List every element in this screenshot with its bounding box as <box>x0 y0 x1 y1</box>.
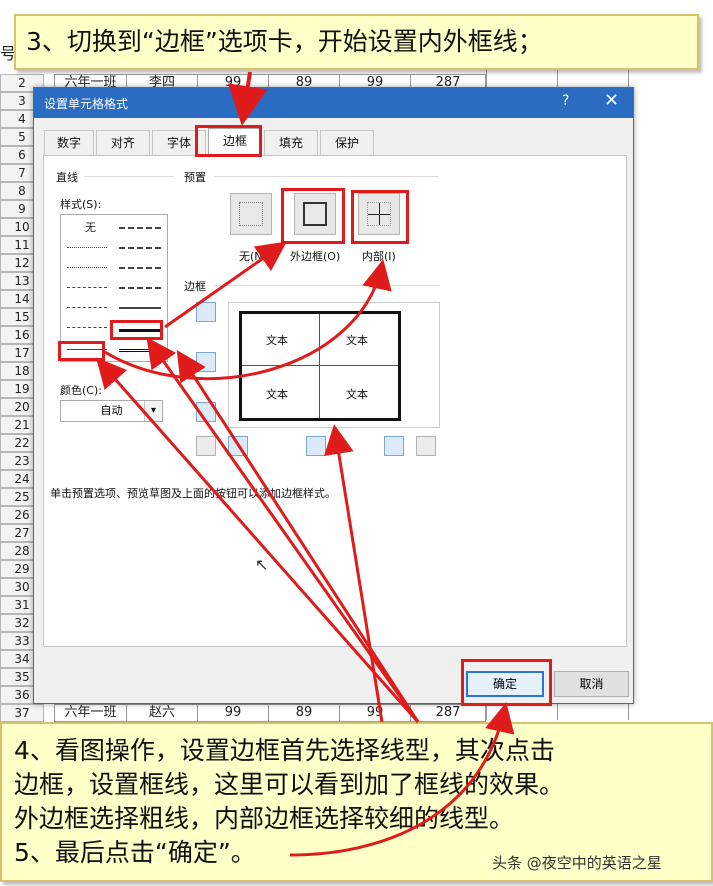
style-label: 样式(S): <box>60 198 102 211</box>
preview-inner-vertical <box>319 314 320 418</box>
step3-callout: 3、切换到“边框”选项卡，开始设置内外框线； <box>14 14 699 70</box>
tab-alignment[interactable]: 对齐 <box>96 130 150 156</box>
step4-line: 边框，设置框线，这里可以看到加了框线的效果。 <box>14 770 565 799</box>
preview-outer-border: 文本 文本 文本 文本 <box>239 311 401 421</box>
preset-none-label: 无(N) <box>239 250 267 263</box>
preview-text: 文本 <box>346 334 368 347</box>
divider <box>214 176 439 177</box>
border-middle-vertical-button[interactable] <box>306 436 326 456</box>
border-diagonal-down-button[interactable] <box>416 436 436 456</box>
help-button[interactable]: ? <box>562 93 569 109</box>
preview-inner-horizontal <box>242 365 398 366</box>
preview-text: 文本 <box>266 334 288 347</box>
highlight-thick-line <box>110 320 163 340</box>
divider <box>214 285 439 286</box>
table-cell[interactable]: 99 <box>339 704 411 722</box>
step4-line: 外边框选择粗线，内部边框选择较细的线型。 <box>14 804 515 833</box>
border-left-button[interactable] <box>228 436 248 456</box>
column-header-fragment: 号 <box>0 44 17 63</box>
highlight-thin-line <box>58 341 105 361</box>
table-cell[interactable]: 赵六 <box>126 704 198 722</box>
tab-number[interactable]: 数字 <box>44 130 94 156</box>
preset-group-label: 预置 <box>184 171 206 184</box>
step4-line: 4、看图操作，设置边框首先选择线型，其次点击 <box>14 736 555 765</box>
close-icon[interactable]: ✕ <box>604 90 619 111</box>
border-diagonal-up-button[interactable] <box>196 436 216 456</box>
line-style-option[interactable] <box>119 307 161 309</box>
format-cells-dialog: 设置单元格格式 ? ✕ 数字 对齐 字体 边框 填充 保护 直线 样式(S): … <box>33 87 634 704</box>
line-style-option[interactable] <box>67 307 107 308</box>
watermark: 头条 @夜空中的英语之星 <box>492 854 662 872</box>
divider <box>84 176 174 177</box>
row-header[interactable]: 37 <box>0 704 44 722</box>
cancel-button[interactable]: 取消 <box>554 671 629 697</box>
border-right-button[interactable] <box>384 436 404 456</box>
preview-text: 文本 <box>346 388 368 401</box>
dialog-titlebar: 设置单元格格式 ? ✕ <box>34 88 633 118</box>
mouse-cursor-icon: ↖ <box>255 555 269 574</box>
preset-outline-label: 外边框(O) <box>290 250 341 263</box>
table-cell[interactable]: 287 <box>410 704 486 722</box>
border-preview[interactable]: 文本 文本 文本 文本 <box>228 302 440 428</box>
line-style-option[interactable] <box>119 227 161 229</box>
hint-text: 单击预置选项、预览草图及上面的按钮可以添加边框样式。 <box>50 487 336 500</box>
dialog-title: 设置单元格格式 <box>44 97 129 111</box>
tab-fill[interactable]: 填充 <box>264 130 318 156</box>
line-style-option[interactable] <box>67 267 107 268</box>
line-group-label: 直线 <box>56 171 78 184</box>
color-select[interactable]: 自动 ▾ <box>60 400 163 422</box>
line-style-option[interactable] <box>119 349 161 352</box>
line-style-option[interactable] <box>67 247 107 248</box>
line-style-option[interactable] <box>67 327 107 328</box>
preset-none-button[interactable] <box>230 193 272 235</box>
preset-inside-label: 内部(I) <box>362 250 396 263</box>
line-style-option[interactable] <box>119 287 161 289</box>
preview-text: 文本 <box>266 388 288 401</box>
border-top-button[interactable] <box>196 302 216 322</box>
line-style-option[interactable] <box>119 247 161 249</box>
border-middle-horizontal-button[interactable] <box>196 352 216 372</box>
line-style-option[interactable] <box>119 267 161 269</box>
table-cell[interactable]: 六年一班 <box>54 704 127 722</box>
chevron-down-icon[interactable]: ▾ <box>144 401 162 421</box>
highlight-outline-preset <box>281 188 345 244</box>
color-label: 颜色(C): <box>60 384 102 397</box>
highlight-ok-button <box>461 659 552 706</box>
tab-protection[interactable]: 保护 <box>320 130 374 156</box>
border-group-label: 边框 <box>184 280 206 293</box>
color-select-value: 自动 <box>100 404 123 417</box>
table-cell[interactable]: 99 <box>197 704 269 722</box>
highlight-inside-preset <box>351 190 409 244</box>
line-style-none[interactable]: 无 <box>85 219 96 235</box>
highlight-border-tab <box>195 125 262 157</box>
border-bottom-button[interactable] <box>196 402 216 422</box>
line-style-option[interactable] <box>67 287 107 288</box>
table-cell[interactable]: 89 <box>268 704 340 722</box>
